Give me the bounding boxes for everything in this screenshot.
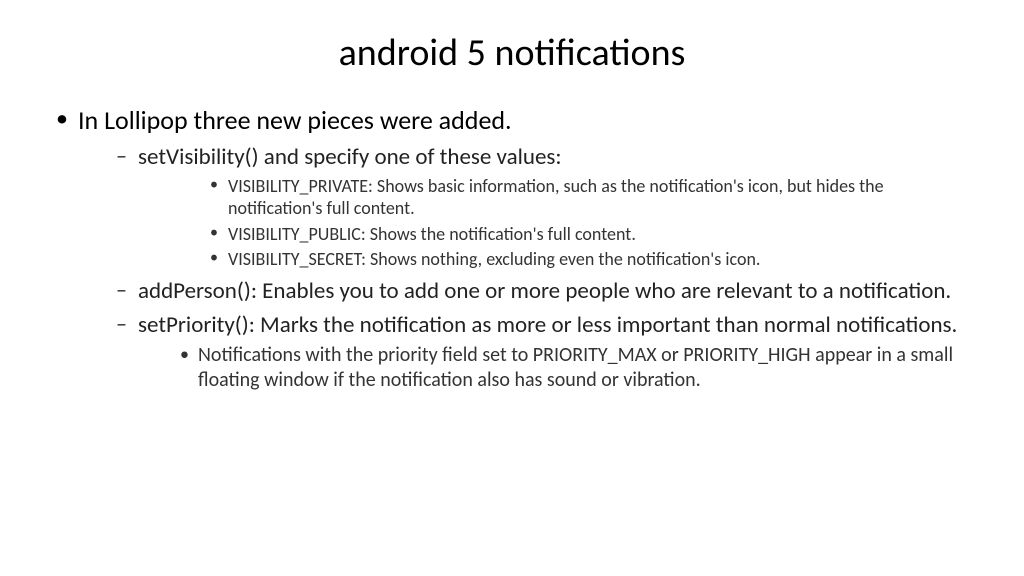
list-item: setVisibility() and specify one of these… (112, 143, 974, 271)
bullet-text: In Lollipop three new pieces were added. (78, 104, 512, 136)
list-item: setPriority(): Marks the notification as… (112, 311, 974, 393)
bullet-text: VISIBILITY_PUBLIC: Shows the notificatio… (228, 223, 636, 245)
bullet-text: setPriority(): Marks the notification as… (138, 311, 957, 339)
bullet-text: Notifications with the priority field se… (198, 343, 953, 392)
list-item: addPerson(): Enables you to add one or m… (112, 277, 974, 305)
bullet-text: VISIBILITY_PRIVATE: Shows basic informat… (228, 175, 884, 220)
list-item: In Lollipop three new pieces were added.… (50, 104, 974, 393)
list-item: VISIBILITY_PRIVATE: Shows basic informat… (208, 175, 974, 220)
bullet-list-level3: Notifications with the priority field se… (138, 343, 974, 393)
bullet-text: VISIBILITY_SECRET: Shows nothing, exclud… (228, 248, 760, 270)
list-item: Notifications with the priority field se… (178, 343, 974, 393)
list-item: VISIBILITY_SECRET: Shows nothing, exclud… (208, 248, 974, 271)
slide-title: android 5 notifications (50, 30, 974, 76)
bullet-list-level1: In Lollipop three new pieces were added.… (50, 104, 974, 393)
list-item: VISIBILITY_PUBLIC: Shows the notificatio… (208, 223, 974, 246)
bullet-text: addPerson(): Enables you to add one or m… (138, 277, 951, 305)
bullet-text: setVisibility() and specify one of these… (138, 143, 562, 171)
bullet-list-level3: VISIBILITY_PRIVATE: Shows basic informat… (138, 175, 974, 271)
bullet-list-level2: setVisibility() and specify one of these… (78, 143, 974, 393)
